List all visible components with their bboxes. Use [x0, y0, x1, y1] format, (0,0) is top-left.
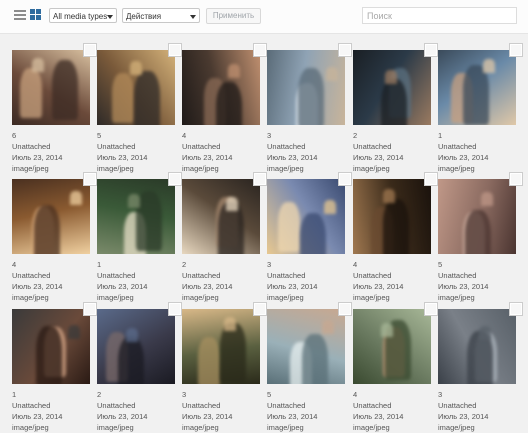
attachment-mime-type: image/jpeg — [267, 423, 304, 432]
select-checkbox[interactable] — [83, 43, 97, 57]
attachment-thumbnail[interactable] — [267, 179, 345, 254]
attachment-thumbnail[interactable] — [182, 179, 260, 254]
apply-button[interactable]: Применить — [206, 8, 261, 24]
media-toolbar: All media types Действия Применить — [0, 0, 528, 34]
select-checkbox[interactable] — [338, 43, 352, 57]
attachment-date: Июль 23, 2014 — [267, 412, 318, 421]
attachment-date: Июль 23, 2014 — [438, 282, 489, 291]
attachment-thumbnail[interactable] — [267, 50, 345, 125]
attachment-thumbnail[interactable] — [353, 50, 431, 125]
select-checkbox[interactable] — [338, 302, 352, 316]
attachment-number: 5 — [438, 260, 443, 269]
attachment-meta: 5 Unattached Июль 23, 2014 image/jpeg — [438, 259, 528, 303]
attachment-status: Unattached — [438, 142, 477, 151]
attachment-meta: 3 Unattached Июль 23, 2014 image/jpeg — [438, 389, 528, 433]
select-checkbox[interactable] — [509, 43, 523, 57]
attachment-thumbnail[interactable] — [12, 50, 90, 125]
attachment-thumbnail[interactable] — [12, 179, 90, 254]
select-checkbox[interactable] — [424, 302, 438, 316]
chevron-down-icon — [107, 15, 113, 19]
attachment-thumbnail[interactable] — [353, 179, 431, 254]
bulk-action-label: Действия — [126, 12, 162, 21]
attachment-date: Июль 23, 2014 — [267, 282, 318, 291]
attachment-status: Unattached — [267, 401, 306, 410]
select-checkbox[interactable] — [424, 43, 438, 57]
select-checkbox[interactable] — [338, 172, 352, 186]
attachment-date: Июль 23, 2014 — [438, 412, 489, 421]
list-view-icon[interactable] — [14, 9, 26, 20]
select-checkbox[interactable] — [168, 172, 182, 186]
attachment-thumbnail[interactable] — [182, 309, 260, 384]
select-checkbox[interactable] — [168, 302, 182, 316]
attachment-number: 1 — [438, 131, 443, 140]
attachment-status: Unattached — [267, 142, 306, 151]
attachment-status: Unattached — [438, 271, 477, 280]
attachment-mime-type: image/jpeg — [267, 164, 304, 173]
attachment-mime-type: image/jpeg — [438, 423, 475, 432]
media-type-select[interactable]: All media types — [49, 8, 117, 23]
attachment-number: 3 — [267, 260, 272, 269]
attachment-meta: 3 Unattached Июль 23, 2014 image/jpeg — [267, 130, 367, 174]
attachment-date: Июль 23, 2014 — [267, 153, 318, 162]
attachment-number: 5 — [267, 390, 272, 399]
attachment-thumbnail[interactable] — [438, 309, 516, 384]
attachment-thumbnail[interactable] — [97, 50, 175, 125]
attachment-meta: 3 Unattached Июль 23, 2014 image/jpeg — [267, 259, 367, 303]
attachment-thumbnail[interactable] — [438, 179, 516, 254]
select-checkbox[interactable] — [83, 172, 97, 186]
select-checkbox[interactable] — [424, 172, 438, 186]
attachment-thumbnail[interactable] — [97, 179, 175, 254]
attachment-meta: 1 Unattached Июль 23, 2014 image/jpeg — [438, 130, 528, 174]
attachment-thumbnail[interactable] — [267, 309, 345, 384]
attachment-thumbnail[interactable] — [353, 309, 431, 384]
attachment-thumbnail[interactable] — [12, 309, 90, 384]
attachment-date: Июль 23, 2014 — [438, 153, 489, 162]
attachment-status: Unattached — [267, 271, 306, 280]
select-checkbox[interactable] — [253, 172, 267, 186]
grid-view-icon[interactable] — [30, 9, 42, 20]
chevron-down-icon — [190, 15, 196, 19]
attachment-thumbnail[interactable] — [97, 309, 175, 384]
attachment-thumbnail[interactable] — [438, 50, 516, 125]
attachment-number: 3 — [438, 390, 443, 399]
attachment-mime-type: image/jpeg — [267, 293, 304, 302]
attachment-meta: 5 Unattached Июль 23, 2014 image/jpeg — [267, 389, 367, 433]
attachment-thumbnail[interactable] — [182, 50, 260, 125]
select-checkbox[interactable] — [253, 302, 267, 316]
attachment-status: Unattached — [438, 401, 477, 410]
search-input[interactable] — [362, 7, 517, 24]
attachment-number: 3 — [267, 131, 272, 140]
select-checkbox[interactable] — [509, 302, 523, 316]
select-checkbox[interactable] — [83, 302, 97, 316]
select-checkbox[interactable] — [253, 43, 267, 57]
select-checkbox[interactable] — [509, 172, 523, 186]
media-type-label: All media types — [53, 12, 108, 21]
bulk-action-select[interactable]: Действия — [122, 8, 200, 23]
select-checkbox[interactable] — [168, 43, 182, 57]
